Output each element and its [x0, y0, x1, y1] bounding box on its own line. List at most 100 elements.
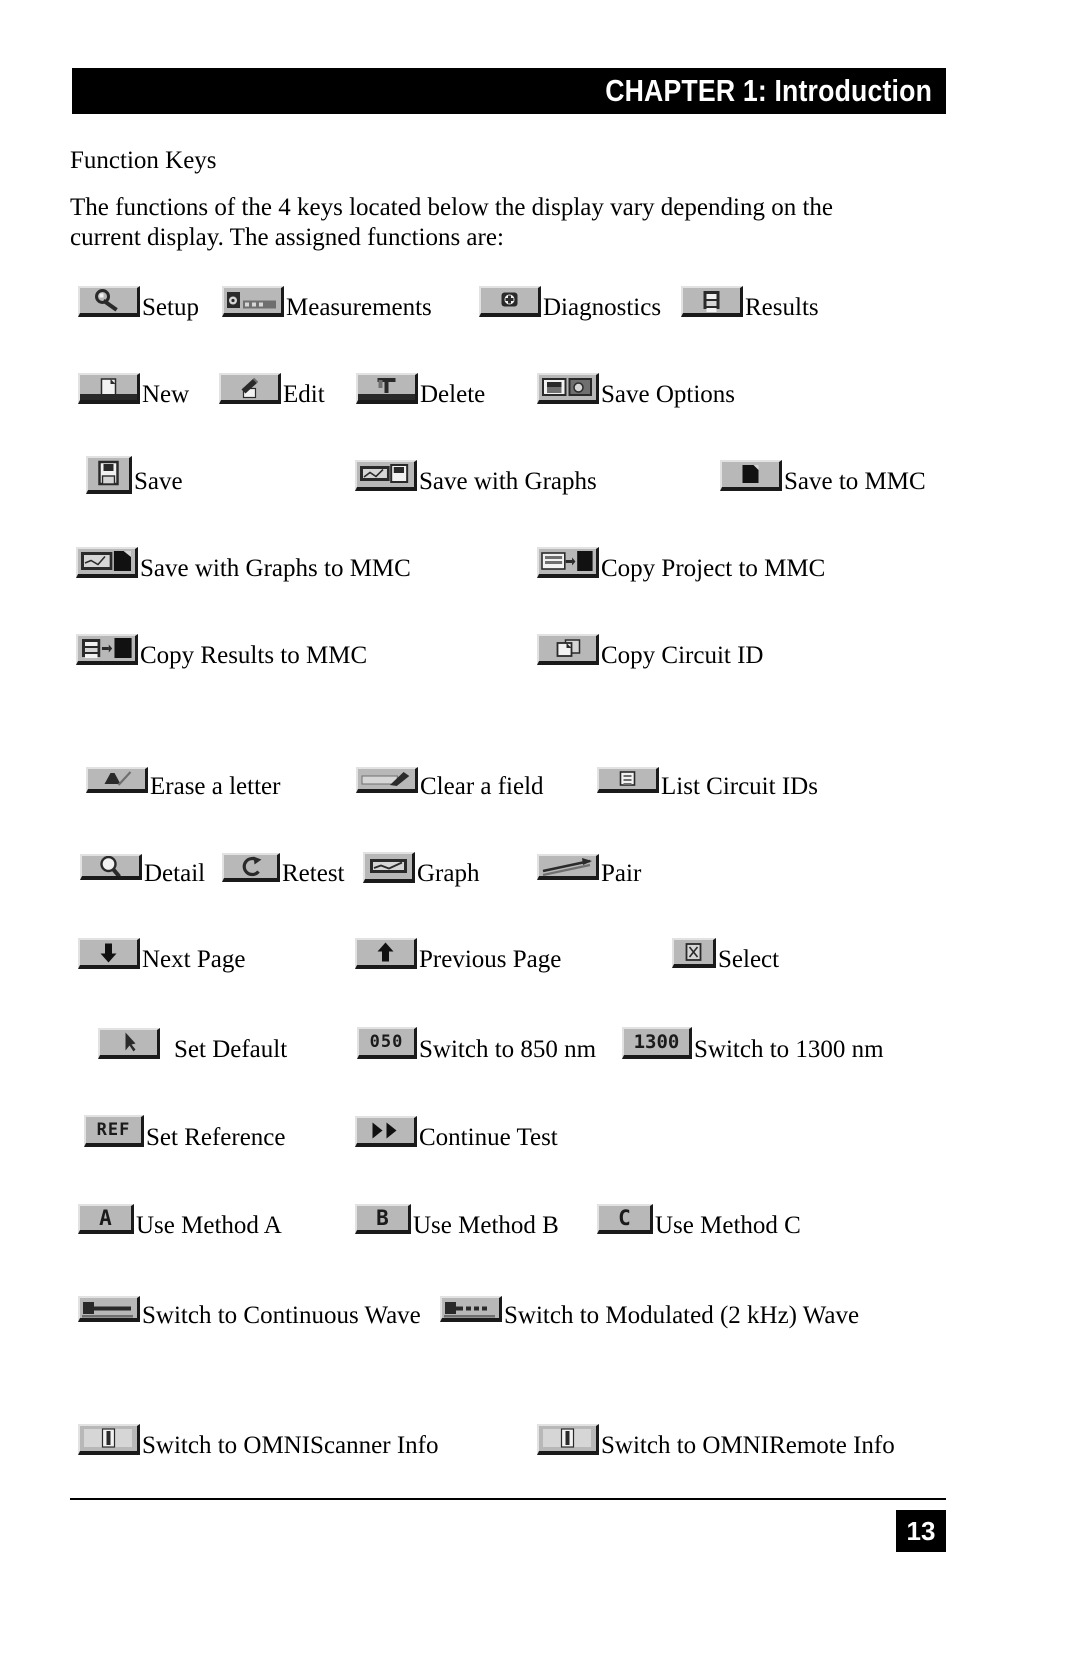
function-key-item[interactable]: Pair [537, 844, 641, 890]
function-key-item[interactable]: Copy Project to MMC [537, 539, 825, 585]
function-key-label: Save [134, 468, 183, 495]
function-key-item[interactable]: Save to MMC [720, 452, 926, 498]
function-key-label: Save to MMC [784, 468, 926, 495]
function-key-item[interactable]: Save [86, 452, 183, 498]
function-key-label: Continue Test [419, 1124, 558, 1151]
function-key-item[interactable]: Delete [356, 365, 485, 411]
chapter-header-bar: CHAPTER 1: Introduction [72, 68, 946, 114]
function-key-item[interactable]: 050 Switch to 850 nm [357, 1020, 596, 1066]
save-floppy-icon[interactable] [86, 456, 132, 494]
function-key-row: Erase a letter Clear a field List Circuit … [0, 757, 1080, 803]
use-method-c-icon[interactable]: C [597, 1204, 653, 1234]
function-key-item[interactable]: Copy Circuit ID [537, 626, 764, 672]
function-key-item[interactable]: Select [672, 930, 779, 976]
function-key-row: Detail Retest Graph Pair [0, 844, 1080, 890]
delete-icon[interactable] [356, 372, 418, 404]
function-key-item[interactable]: Previous Page [355, 930, 561, 976]
function-key-item[interactable]: Switch to OMNIScanner Info [78, 1416, 438, 1462]
function-key-item[interactable]: Detail [80, 844, 205, 890]
function-key-item[interactable]: B Use Method B [355, 1196, 559, 1242]
retest-icon[interactable] [222, 852, 280, 882]
measurements-device-icon[interactable] [222, 285, 284, 317]
function-key-item[interactable]: New [78, 365, 189, 411]
function-key-label: Copy Project to MMC [601, 555, 826, 582]
function-key-item[interactable]: REF Set Reference [84, 1108, 286, 1154]
function-key-item[interactable]: Retest [222, 844, 345, 890]
button-lcd-text: 1300 [633, 1031, 680, 1053]
use-method-a-icon[interactable]: A [78, 1204, 134, 1234]
function-key-item[interactable]: Diagnostics [479, 278, 661, 324]
diagnostics-icon[interactable] [479, 285, 541, 317]
next-page-arrow-down-icon[interactable] [78, 937, 140, 969]
function-key-item[interactable]: Setup [78, 278, 199, 324]
modulated-wave-icon[interactable] [440, 1296, 502, 1322]
switch-850-nm-icon[interactable]: 050 [357, 1027, 417, 1059]
copy-circuit-id-icon[interactable] [537, 633, 599, 665]
button-letter-glyph: B [376, 1206, 389, 1230]
function-key-row: Set Default 050 Switch to 850 nm 1300 Switch… [0, 1020, 1080, 1066]
function-key-row: Save Save with Graphs Save to MMC [0, 452, 1080, 498]
save-to-mmc-icon[interactable] [720, 459, 782, 491]
set-reference-icon[interactable]: REF [84, 1115, 144, 1147]
function-key-label: Retest [282, 860, 345, 887]
continue-test-icon[interactable] [355, 1115, 417, 1147]
use-method-b-icon[interactable]: B [355, 1204, 411, 1234]
select-icon[interactable] [672, 938, 716, 968]
detail-magnifier-icon[interactable] [80, 854, 142, 880]
function-key-item[interactable]: Measurements [222, 278, 432, 324]
function-key-item[interactable]: Switch to Modulated (2 kHz) Wave [440, 1286, 859, 1332]
save-with-graphs-icon[interactable] [355, 459, 417, 491]
function-key-label: Edit [283, 381, 325, 408]
function-key-label: Use Method B [413, 1212, 559, 1239]
set-default-icon[interactable] [98, 1027, 160, 1059]
graph-icon[interactable] [363, 851, 415, 883]
function-key-row: New Edit Delete Save Options [0, 365, 1080, 411]
function-key-item[interactable]: Results [681, 278, 819, 324]
omniscanner-info-icon[interactable] [78, 1423, 140, 1455]
function-key-label: Previous Page [419, 946, 562, 973]
continuous-wave-icon[interactable] [78, 1296, 140, 1322]
function-key-item[interactable]: Next Page [78, 930, 245, 976]
setup-magnifier-icon[interactable] [78, 285, 140, 317]
function-key-label: Switch to Continuous Wave [142, 1302, 421, 1329]
edit-pencil-icon[interactable] [219, 372, 281, 404]
switch-1300-nm-icon[interactable]: 1300 [622, 1027, 692, 1059]
function-key-label: Switch to 850 nm [419, 1036, 597, 1063]
omniremote-info-icon[interactable] [537, 1423, 599, 1455]
previous-page-arrow-up-icon[interactable] [355, 937, 417, 969]
clear-a-field-icon[interactable] [356, 767, 418, 793]
function-key-item[interactable]: Clear a field [356, 757, 544, 803]
function-key-item[interactable]: Erase a letter [86, 757, 280, 803]
copy-project-to-mmc-icon[interactable] [537, 546, 599, 578]
intro-paragraph: The functions of the 4 keys located belo… [70, 194, 833, 251]
list-circuit-ids-icon[interactable] [597, 767, 659, 793]
copy-results-to-mmc-icon[interactable] [76, 633, 138, 665]
erase-a-letter-icon[interactable] [86, 767, 148, 793]
save-options-icon[interactable] [537, 372, 599, 404]
function-key-item[interactable]: Copy Results to MMC [76, 626, 367, 672]
function-key-row: Switch to Continuous Wave Switch to Modul… [0, 1286, 1080, 1332]
function-key-label: Set Reference [146, 1124, 286, 1151]
function-key-item[interactable]: A Use Method A [78, 1196, 282, 1242]
function-key-item[interactable]: Set Default [98, 1020, 287, 1066]
save-with-graphs-to-mmc-icon[interactable] [76, 546, 138, 578]
function-key-item[interactable]: Edit [219, 365, 325, 411]
function-key-label: Save Options [601, 381, 736, 408]
function-key-label: New [142, 381, 190, 408]
button-letter-glyph: A [99, 1206, 112, 1230]
results-icon[interactable] [681, 285, 743, 317]
function-key-item[interactable]: 1300 Switch to 1300 nm [622, 1020, 884, 1066]
function-key-item[interactable]: Continue Test [355, 1108, 558, 1154]
function-key-item[interactable]: Save with Graphs [355, 452, 597, 498]
button-lcd-text: REF [96, 1120, 131, 1140]
function-key-item[interactable]: List Circuit IDs [597, 757, 818, 803]
function-key-item[interactable]: Save with Graphs to MMC [76, 539, 411, 585]
function-key-item[interactable]: Switch to OMNIRemote Info [537, 1416, 895, 1462]
pair-icon[interactable] [537, 854, 599, 880]
new-page-icon[interactable] [78, 372, 140, 404]
function-key-label: Pair [601, 860, 642, 887]
function-key-item[interactable]: Graph [363, 844, 479, 890]
function-key-item[interactable]: C Use Method C [597, 1196, 801, 1242]
function-key-item[interactable]: Save Options [537, 365, 735, 411]
function-key-item[interactable]: Switch to Continuous Wave [78, 1286, 421, 1332]
